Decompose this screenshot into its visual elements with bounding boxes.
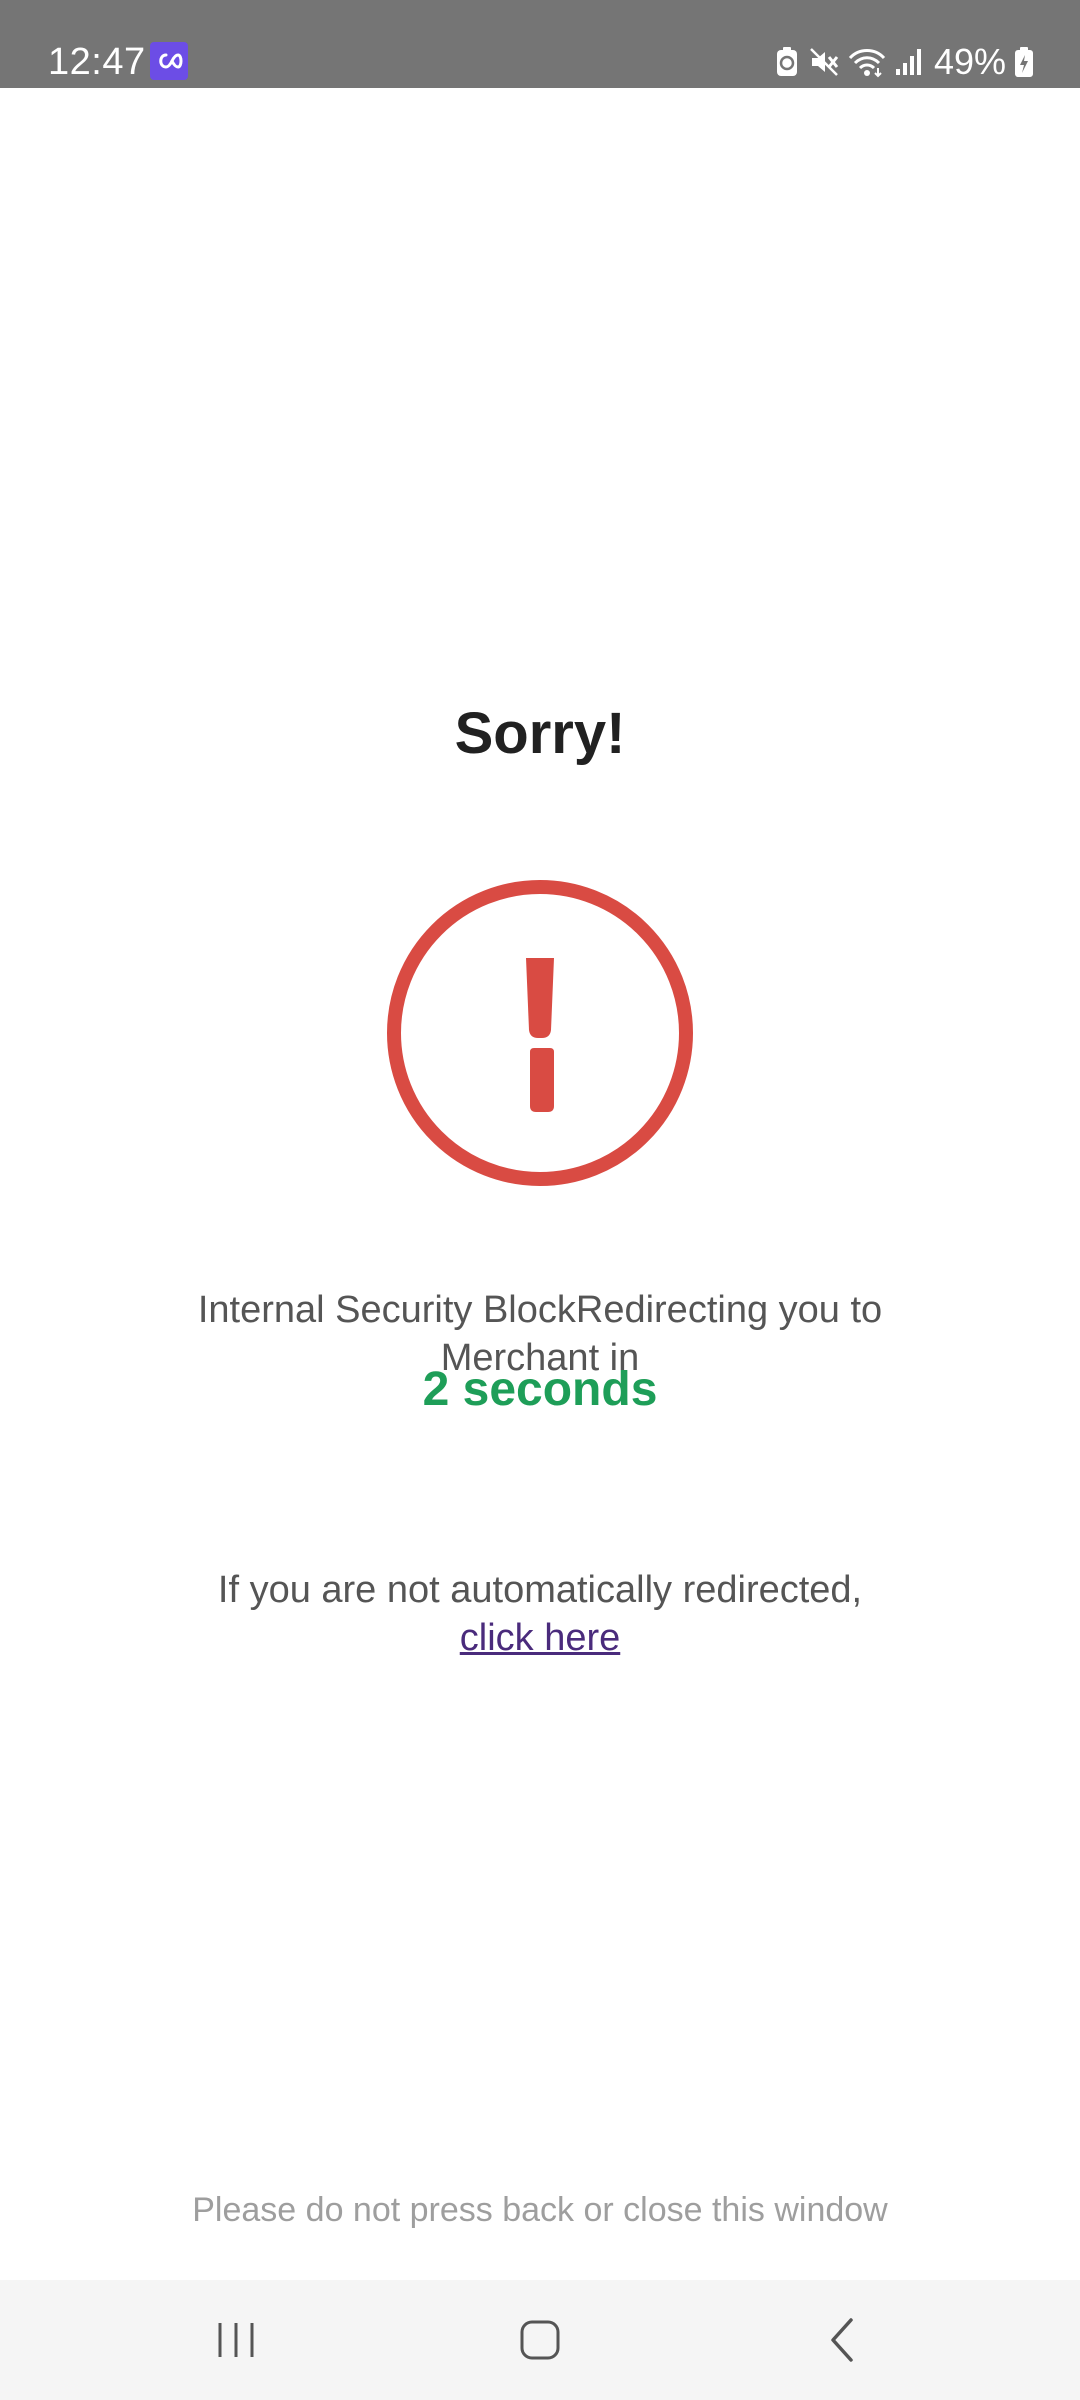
home-icon[interactable] [480,2300,600,2380]
status-icons: 49% [774,38,1034,86]
redirect-note: If you are not automatically redirected,… [200,1566,880,1662]
redirect-note-text: If you are not automatically redirected, [217,1569,863,1611]
status-bar: 12:47 49% [0,0,1080,88]
battery-saver-icon [774,46,800,78]
countdown-text: 2 seconds [422,1363,658,1416]
footer-warning: Please do not press back or close this w… [192,2191,888,2229]
exclamation-circle-icon [385,878,695,1188]
system-nav-bar [0,2280,1080,2400]
wifi-icon [848,46,886,78]
page-title: Sorry! [454,701,626,766]
back-icon[interactable] [782,2300,902,2380]
battery-charging-icon [1014,46,1034,78]
battery-percent: 49% [933,41,1006,82]
link-app-icon [150,42,188,80]
mute-icon [808,46,840,78]
click-here-link[interactable]: click here [460,1617,621,1659]
status-time: 12:47 [48,41,146,83]
redirect-page: Sorry! Internal Security BlockRedirectin… [0,88,1080,2280]
recents-icon[interactable] [176,2300,296,2380]
signal-icon [894,47,924,77]
